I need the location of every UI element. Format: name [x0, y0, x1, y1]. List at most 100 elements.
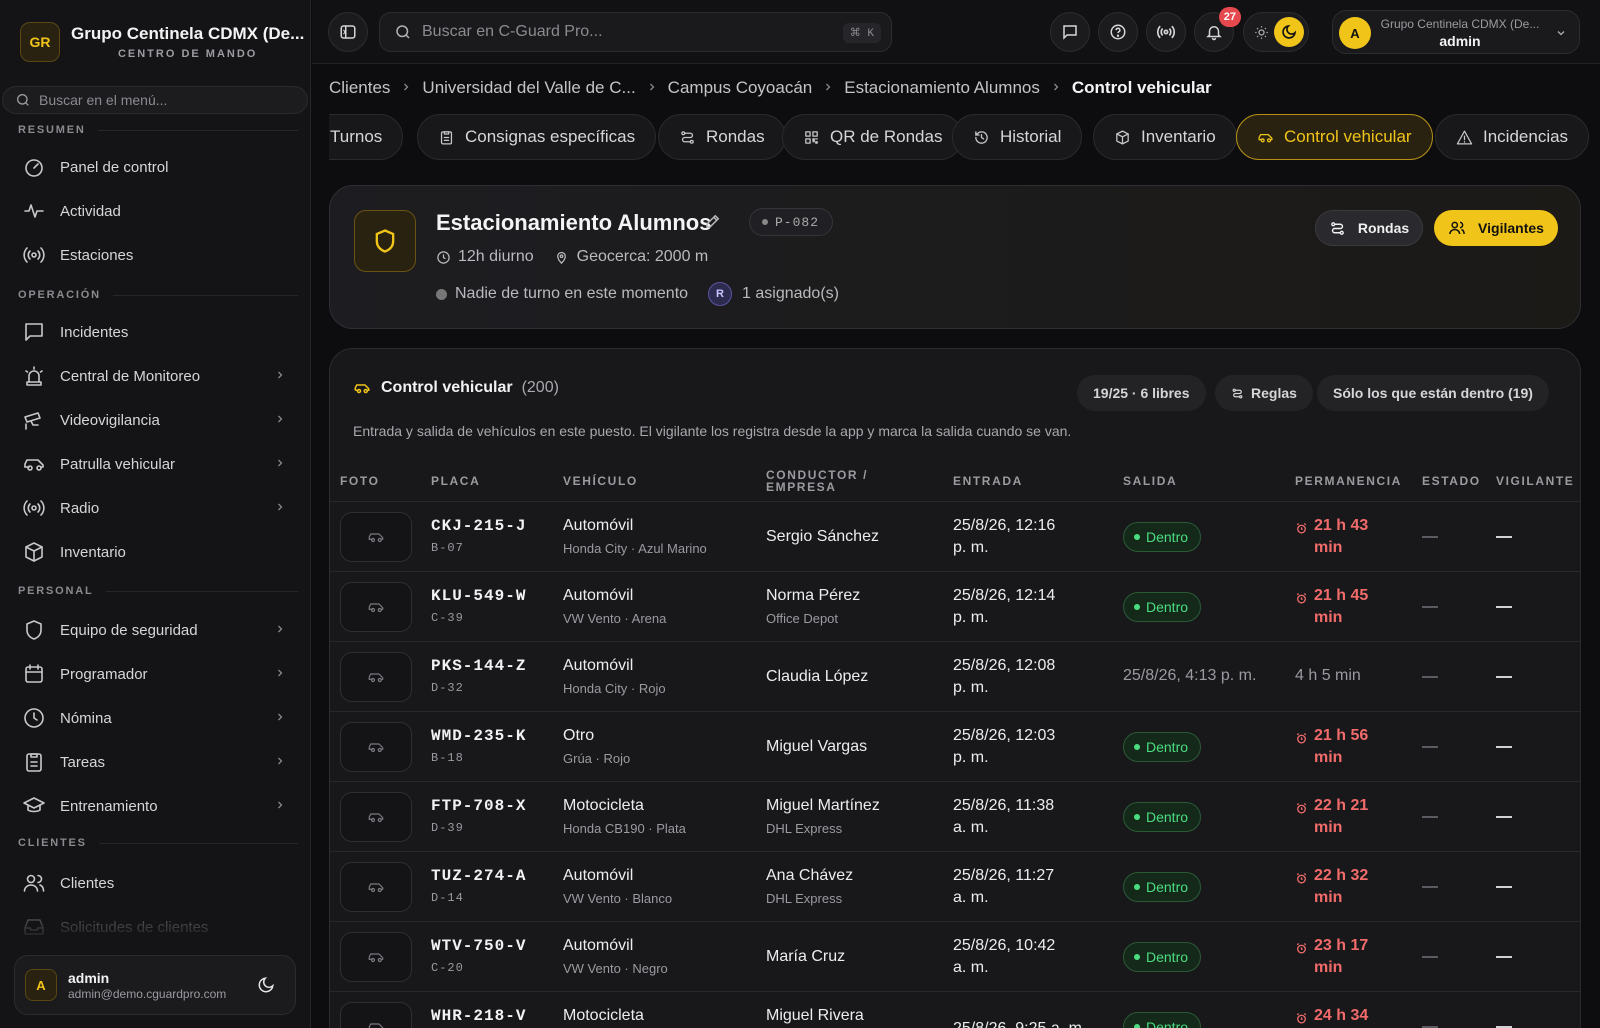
breadcrumb-item[interactable]: Campus Coyoacán [668, 78, 813, 98]
chevron-right-icon [274, 666, 286, 683]
breadcrumb-item[interactable]: Universidad del Valle de C... [422, 78, 635, 98]
notification-badge: 27 [1218, 7, 1241, 27]
user-card[interactable]: A admin admin@demo.cguardpro.com [14, 955, 296, 1015]
vehicle-photo[interactable] [340, 582, 412, 632]
stay-duration: 22 h 21 min [1295, 795, 1368, 839]
breadcrumb: Clientes Universidad del Valle de C... Cam… [329, 78, 1212, 98]
global-search[interactable]: ⌘ K [379, 12, 892, 52]
sidebar-item-panel-de-control[interactable]: Panel de control [20, 149, 290, 185]
notifications-button[interactable]: 27 [1194, 7, 1241, 52]
stay-unit: min [1314, 539, 1343, 556]
org-header[interactable]: GR Grupo Centinela CDMX (De... CENTRO DE… [20, 22, 304, 62]
tab-control-vehicular[interactable]: Control vehicular [1236, 114, 1433, 160]
vehicle-photo[interactable] [340, 722, 412, 772]
table-row[interactable]: TUZ-274-A D-14 Automóvil VW Vento · Blanco A… [330, 851, 1580, 921]
site-code: P-082 [775, 214, 820, 230]
breadcrumb-item[interactable]: Estacionamiento Alumnos [844, 78, 1040, 98]
tab-inventario[interactable]: Inventario [1093, 114, 1237, 160]
rondas-button[interactable]: Rondas [1315, 210, 1423, 246]
clipboard-icon [20, 748, 48, 776]
tab-rondas[interactable]: Rondas [658, 114, 786, 160]
account-menu[interactable]: A Grupo Centinela CDMX (De... admin [1332, 10, 1580, 54]
tab-historial[interactable]: Historial [952, 114, 1083, 160]
sidebar-search[interactable] [2, 86, 308, 114]
clock-icon [20, 704, 48, 732]
estado-empty [1422, 816, 1438, 818]
route-icon [679, 129, 706, 146]
driver-name: Miguel Martínez [766, 797, 880, 814]
cctv-icon [24, 412, 41, 430]
stay-duration: 21 h 56 min [1295, 725, 1368, 769]
section-label: PERSONAL [18, 585, 94, 597]
chevron-right-icon [274, 798, 286, 815]
vigilantes-button[interactable]: Vigilantes [1434, 210, 1558, 246]
users-icon [1449, 221, 1465, 235]
sidebar-item-radio[interactable]: Radio [20, 490, 290, 526]
moon-icon[interactable] [257, 976, 275, 999]
sidebar-item-label: Programador [60, 665, 148, 683]
breadcrumb-item[interactable]: Clientes [329, 78, 390, 98]
sidebar-item-programador[interactable]: Programador [20, 656, 290, 692]
help-button[interactable] [1098, 12, 1138, 52]
status-dot [436, 288, 447, 300]
sidebar-item-tareas[interactable]: Tareas [20, 744, 290, 780]
sidebar: GR Grupo Centinela CDMX (De... CENTRO DE… [0, 0, 311, 1028]
theme-toggle[interactable] [1243, 12, 1309, 52]
edit-icon[interactable] [704, 212, 722, 235]
driver-name: Ana Chávez [766, 867, 854, 884]
messages-button[interactable] [1050, 12, 1090, 52]
sidebar-item-nómina[interactable]: Nómina [20, 700, 290, 736]
tab-consignas-específicas[interactable]: Consignas específicas [417, 114, 657, 160]
sidebar-item-equipo-de-seguridad[interactable]: Equipo de seguridad [20, 612, 290, 648]
sidebar-item-incidentes[interactable]: Incidentes [20, 314, 290, 350]
user-email: admin@demo.cguardpro.com [68, 986, 227, 1001]
vehicle-photo[interactable] [340, 792, 412, 842]
sidebar-item-actividad[interactable]: Actividad [20, 193, 290, 229]
users-icon [23, 874, 45, 892]
cctv-icon [20, 406, 48, 434]
history-icon [975, 130, 988, 144]
table-row[interactable]: KLU-549-W C-39 Automóvil VW Vento · Arena No… [330, 571, 1580, 641]
box-icon [20, 538, 48, 566]
plate: TUZ-274-A [431, 867, 527, 885]
table-row[interactable]: CKJ-215-J B-07 Automóvil Honda City · Azul … [330, 501, 1580, 571]
radio-icon [23, 500, 45, 516]
sidebar-search-input[interactable] [39, 92, 279, 108]
sidebar-item-estaciones[interactable]: Estaciones [20, 237, 290, 273]
table-row[interactable]: FTP-708-X D-39 Motocicleta Honda CB190 · Pl… [330, 781, 1580, 851]
sidebar-item-central-de-monitoreo[interactable]: Central de Monitoreo [20, 358, 290, 394]
clipboard-icon [438, 129, 465, 146]
broadcast-button[interactable] [1146, 12, 1186, 52]
sidebar-item-label: Clientes [60, 874, 115, 892]
sidebar-item-entrenamiento[interactable]: Entrenamiento [20, 788, 290, 824]
vehicle-photo[interactable] [340, 1002, 412, 1028]
vehicle-photo[interactable] [340, 932, 412, 982]
assigned-avatar[interactable]: R [708, 282, 733, 306]
rules-button[interactable]: Reglas [1215, 375, 1313, 411]
message-square-icon [25, 323, 43, 341]
tab-turnos[interactable]: Turnos [329, 114, 404, 160]
vehicle-control-count: (200) [521, 379, 559, 396]
global-search-input[interactable] [422, 23, 822, 41]
vehicle-description: VW Vento · Blanco [563, 891, 673, 906]
vehicle-photo[interactable] [340, 512, 412, 562]
table-row[interactable]: WMD-235-K B-18 Otro Grúa · Rojo Miguel Varga… [330, 711, 1580, 781]
sidebar-item-patrulla-vehicular[interactable]: Patrulla vehicular [20, 446, 290, 482]
tab-qr-de-rondas[interactable]: QR de Rondas [782, 114, 964, 160]
vehicle-photo[interactable] [340, 652, 412, 702]
stay-duration: 4 h 5 min [1295, 667, 1361, 684]
inside-filter-button[interactable]: Sólo los que están dentro (19) [1317, 375, 1549, 411]
tab-incidencias[interactable]: Incidencias [1435, 114, 1590, 160]
sidebar-item-inventario[interactable]: Inventario [20, 534, 290, 570]
chevron-right-icon [274, 412, 286, 429]
estado-empty [1422, 746, 1438, 748]
table-row[interactable]: WTV-750-V C-20 Automóvil VW Vento · Negro Ma… [330, 921, 1580, 991]
sidebar-item-videovigilancia[interactable]: Videovigilancia [20, 402, 290, 438]
table-row[interactable]: WHR-218-VB-11MotocicletaVento Deluxe · P… [330, 991, 1580, 1028]
vehicle-photo[interactable] [340, 862, 412, 912]
sidebar-section-title: RESUMEN [18, 124, 298, 136]
sidebar-item-clientes[interactable]: Clientes [20, 865, 290, 901]
sidebar-toggle-button[interactable] [328, 12, 368, 52]
table-row[interactable]: PKS-144-Z D-32 Automóvil Honda City · Rojo C… [330, 641, 1580, 711]
qr-icon [803, 129, 830, 146]
